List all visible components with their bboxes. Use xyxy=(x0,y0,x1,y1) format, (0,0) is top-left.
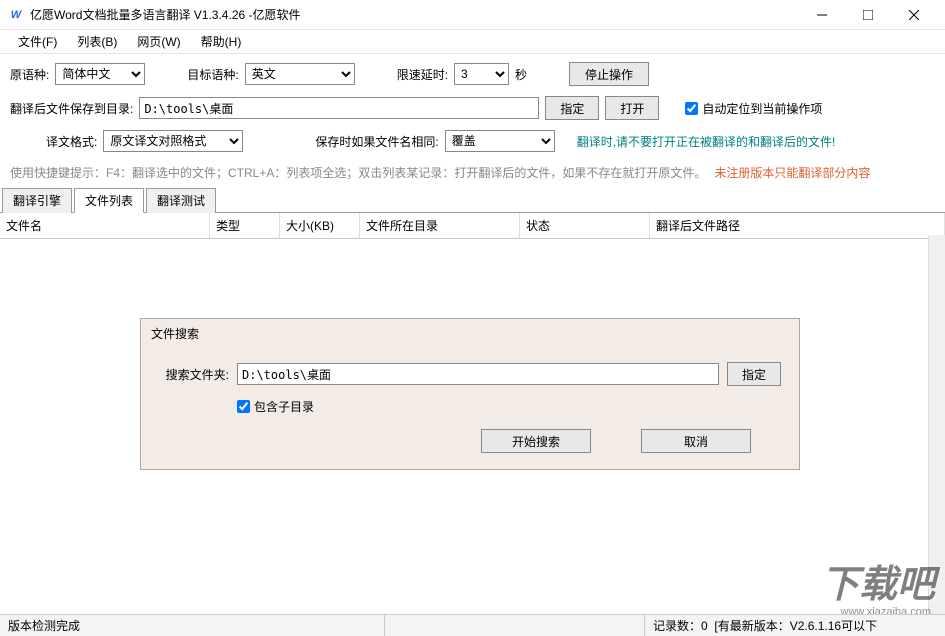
save-dir-label: 翻译后文件保存到目录: xyxy=(10,100,133,117)
statusbar: 版本检测完成 记录数：0 [有最新版本：V2.6.1.16可以下 xyxy=(0,614,945,636)
same-name-label: 保存时如果文件名相同: xyxy=(315,133,438,150)
specify-dir-button[interactable]: 指定 xyxy=(545,96,599,120)
source-lang-label: 原语种: xyxy=(10,66,49,83)
dialog-title: 文件搜索 xyxy=(141,319,799,348)
window-title: 亿愿Word文档批量多语言翻译 V1.3.4.26 -亿愿软件 xyxy=(30,6,799,23)
status-version-check: 版本检测完成 xyxy=(0,615,385,636)
format-select[interactable]: 原文译文对照格式 xyxy=(103,130,243,152)
col-dir[interactable]: 文件所在目录 xyxy=(360,213,520,238)
include-subdir-label: 包含子目录 xyxy=(254,398,314,415)
auto-locate-checkbox[interactable]: 自动定位到当前操作项 xyxy=(685,100,822,117)
tab-filelist[interactable]: 文件列表 xyxy=(74,188,144,213)
target-lang-select[interactable]: 英文 xyxy=(245,63,355,85)
translate-warning: 翻译时,请不要打开正在被翻译的和翻译后的文件! xyxy=(577,133,836,150)
menu-help[interactable]: 帮助(H) xyxy=(191,30,252,53)
auto-locate-label: 自动定位到当前操作项 xyxy=(702,100,822,117)
same-name-select[interactable]: 覆盖 xyxy=(445,130,555,152)
open-dir-button[interactable]: 打开 xyxy=(605,96,659,120)
shortcut-hint: 使用快捷键提示：F4：翻译选中的文件；CTRL+A：列表项全选；双击列表某记录：… xyxy=(10,164,706,181)
vertical-scrollbar[interactable] xyxy=(928,235,945,614)
target-lang-label: 目标语种: xyxy=(187,66,238,83)
maximize-button[interactable] xyxy=(845,0,891,30)
tab-engine[interactable]: 翻译引擎 xyxy=(2,188,72,213)
minimize-button[interactable] xyxy=(799,0,845,30)
menu-file[interactable]: 文件(F) xyxy=(8,30,67,53)
menu-web[interactable]: 网页(W) xyxy=(127,30,190,53)
dialog-specify-button[interactable]: 指定 xyxy=(727,362,781,386)
tab-test[interactable]: 翻译测试 xyxy=(146,188,216,213)
toolbar: 原语种: 简体中文 目标语种: 英文 限速延时: 3 秒 停止操作 翻译后文件保… xyxy=(0,54,945,162)
hint-row: 使用快捷键提示：F4：翻译选中的文件；CTRL+A：列表项全选；双击列表某记录：… xyxy=(0,162,945,187)
include-subdir-input[interactable] xyxy=(237,400,250,413)
file-search-dialog: 文件搜索 搜索文件夹: 指定 包含子目录 开始搜索 取消 xyxy=(140,318,800,470)
rate-limit-label: 限速延时: xyxy=(397,66,448,83)
rate-limit-unit: 秒 xyxy=(515,66,527,83)
unregistered-hint: 未注册版本只能翻译部分内容 xyxy=(714,164,870,181)
auto-locate-input[interactable] xyxy=(685,102,698,115)
titlebar: W 亿愿Word文档批量多语言翻译 V1.3.4.26 -亿愿软件 xyxy=(0,0,945,30)
source-lang-select[interactable]: 简体中文 xyxy=(55,63,145,85)
status-record-count: 记录数：0 [有最新版本：V2.6.1.16可以下 xyxy=(645,615,885,636)
start-search-button[interactable]: 开始搜索 xyxy=(481,429,591,453)
tabstrip: 翻译引擎 文件列表 翻译测试 xyxy=(0,187,945,213)
table-header: 文件名 类型 大小(KB) 文件所在目录 状态 翻译后文件路径 xyxy=(0,213,945,239)
search-folder-label: 搜索文件夹: xyxy=(159,366,229,383)
save-dir-input[interactable] xyxy=(139,97,539,119)
col-type[interactable]: 类型 xyxy=(210,213,280,238)
rate-limit-select[interactable]: 3 xyxy=(454,63,509,85)
search-folder-input[interactable] xyxy=(237,363,719,385)
app-icon: W xyxy=(8,7,24,23)
format-label: 译文格式: xyxy=(46,133,97,150)
stop-button[interactable]: 停止操作 xyxy=(569,62,649,86)
col-output[interactable]: 翻译后文件路径 xyxy=(650,213,945,238)
col-size[interactable]: 大小(KB) xyxy=(280,213,360,238)
col-filename[interactable]: 文件名 xyxy=(0,213,210,238)
col-status[interactable]: 状态 xyxy=(520,213,650,238)
cancel-button[interactable]: 取消 xyxy=(641,429,751,453)
menu-list[interactable]: 列表(B) xyxy=(67,30,127,53)
menubar: 文件(F) 列表(B) 网页(W) 帮助(H) xyxy=(0,30,945,54)
include-subdir-checkbox[interactable]: 包含子目录 xyxy=(237,398,314,415)
close-button[interactable] xyxy=(891,0,937,30)
status-progress xyxy=(385,615,645,636)
